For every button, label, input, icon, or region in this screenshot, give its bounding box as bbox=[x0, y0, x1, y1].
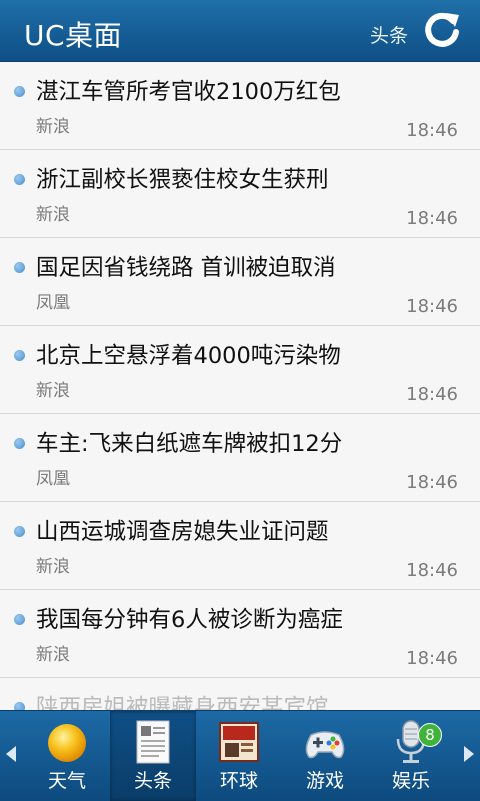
news-item[interactable]: 山西运城调查房媳失业证问题 新浪 18:46 bbox=[0, 502, 480, 590]
bullet-icon bbox=[14, 86, 25, 97]
nav-label: 环球 bbox=[219, 770, 258, 792]
news-source: 新浪 bbox=[36, 557, 70, 577]
nav-global[interactable]: 环球 bbox=[196, 711, 282, 801]
section-label[interactable]: 头条 bbox=[370, 21, 408, 48]
nav-label: 游戏 bbox=[305, 770, 344, 792]
news-source: 新浪 bbox=[36, 117, 70, 137]
news-item[interactable]: 北京上空悬浮着4000吨污染物 新浪 18:46 bbox=[0, 326, 480, 414]
news-source: 凤凰 bbox=[36, 293, 70, 313]
app-header: UC桌面 头条 bbox=[0, 0, 480, 62]
nav-label: 天气 bbox=[47, 770, 86, 792]
scroll-left-icon[interactable] bbox=[6, 746, 16, 762]
news-headline: 车主:飞来白纸遮车牌被扣12分 bbox=[36, 431, 343, 457]
scroll-right-icon[interactable] bbox=[464, 746, 474, 762]
news-headline: 陕西房姐被曝藏身西安某宾馆 bbox=[36, 695, 329, 710]
news-headline: 浙江副校长猥亵住校女生获刑 bbox=[36, 167, 329, 193]
nav-weather[interactable]: 天气 bbox=[24, 711, 110, 801]
bullet-icon bbox=[14, 350, 25, 361]
news-time: 18:46 bbox=[406, 208, 458, 229]
news-source: 新浪 bbox=[36, 205, 70, 225]
news-item[interactable]: 国足因省钱绕路 首训被迫取消 凤凰 18:46 bbox=[0, 238, 480, 326]
news-time: 18:46 bbox=[406, 120, 458, 141]
news-headline: 国足因省钱绕路 首训被迫取消 bbox=[36, 255, 336, 281]
nav-label: 头条 bbox=[133, 770, 172, 792]
bullet-icon bbox=[14, 438, 25, 449]
news-source: 新浪 bbox=[36, 645, 70, 665]
sun-icon bbox=[45, 719, 89, 765]
newspaper-icon bbox=[131, 719, 175, 765]
magazine-icon bbox=[217, 719, 261, 765]
news-source: 凤凰 bbox=[36, 469, 70, 489]
news-headline: 北京上空悬浮着4000吨污染物 bbox=[36, 343, 341, 369]
news-source: 新浪 bbox=[36, 381, 70, 401]
notification-badge: 8 bbox=[418, 723, 442, 747]
nav-games[interactable]: 游戏 bbox=[282, 711, 368, 801]
nav-entertainment[interactable]: 8 娱乐 bbox=[368, 711, 454, 801]
bullet-icon bbox=[14, 526, 25, 537]
refresh-icon[interactable] bbox=[422, 10, 462, 50]
news-item[interactable]: 陕西房姐被曝藏身西安某宾馆 bbox=[0, 678, 480, 710]
gamepad-icon bbox=[303, 719, 347, 765]
news-headline: 我国每分钟有6人被诊断为癌症 bbox=[36, 607, 343, 633]
news-time: 18:46 bbox=[406, 296, 458, 317]
news-headline: 山西运城调查房媳失业证问题 bbox=[36, 519, 329, 545]
news-time: 18:46 bbox=[406, 560, 458, 581]
bullet-icon bbox=[14, 262, 25, 273]
bullet-icon bbox=[14, 702, 25, 710]
nav-headlines[interactable]: 头条 bbox=[110, 711, 196, 801]
news-item[interactable]: 车主:飞来白纸遮车牌被扣12分 凤凰 18:46 bbox=[0, 414, 480, 502]
bullet-icon bbox=[14, 614, 25, 625]
news-headline: 湛江车管所考官收2100万红包 bbox=[36, 79, 341, 105]
bottom-nav: 天气 头条 环球 游戏 8 娱乐 bbox=[0, 710, 480, 801]
news-item[interactable]: 浙江副校长猥亵住校女生获刑 新浪 18:46 bbox=[0, 150, 480, 238]
news-item[interactable]: 湛江车管所考官收2100万红包 新浪 18:46 bbox=[0, 62, 480, 150]
news-time: 18:46 bbox=[406, 472, 458, 493]
news-time: 18:46 bbox=[406, 648, 458, 669]
nav-label: 娱乐 bbox=[391, 770, 430, 792]
news-item[interactable]: 我国每分钟有6人被诊断为癌症 新浪 18:46 bbox=[0, 590, 480, 678]
app-title: UC桌面 bbox=[24, 19, 123, 52]
news-list[interactable]: 湛江车管所考官收2100万红包 新浪 18:46 浙江副校长猥亵住校女生获刑 新… bbox=[0, 62, 480, 710]
news-time: 18:46 bbox=[406, 384, 458, 405]
bullet-icon bbox=[14, 174, 25, 185]
